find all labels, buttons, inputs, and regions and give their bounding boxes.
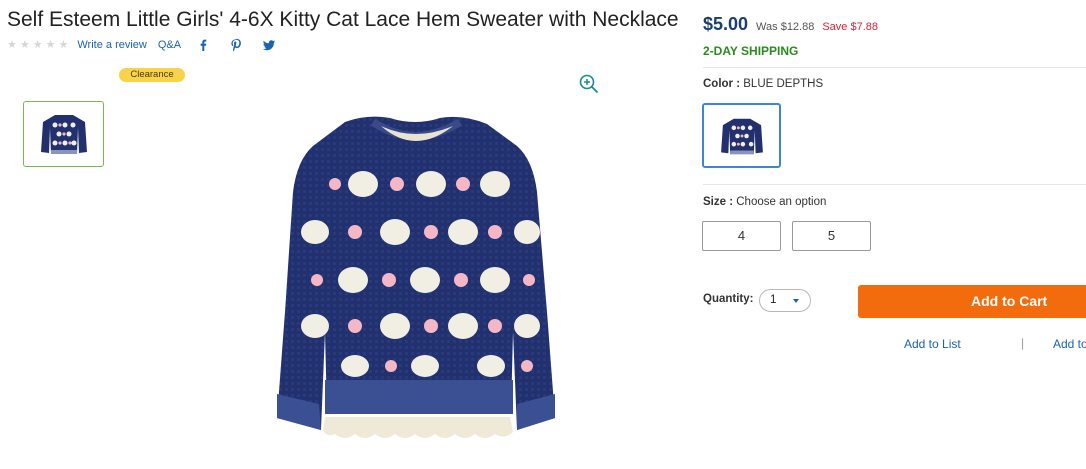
sweater-main-image bbox=[277, 116, 555, 438]
divider bbox=[703, 184, 1086, 185]
color-swatch-blue-depths[interactable] bbox=[702, 103, 781, 168]
add-to-cart-label: Add to Cart bbox=[971, 293, 1048, 309]
color-label-row: Color : BLUE DEPTHS bbox=[703, 78, 823, 90]
savings-amount: Save $7.88 bbox=[822, 21, 878, 33]
size-prompt: Choose an option bbox=[736, 196, 827, 208]
quantity-label: Quantity: bbox=[703, 293, 754, 305]
quantity-value: 1 bbox=[770, 294, 777, 306]
star-icon: ★ bbox=[19, 38, 30, 51]
color-label: Color : bbox=[703, 78, 741, 90]
add-to-list-link[interactable]: Add to List bbox=[904, 337, 961, 351]
facebook-icon[interactable] bbox=[196, 38, 210, 52]
price-row: $5.00 Was $12.88 Save $7.88 bbox=[703, 14, 878, 35]
quantity-select[interactable]: 1 bbox=[759, 289, 811, 312]
product-meta-row: ★ ★ ★ ★ ★ Write a review Q&A bbox=[7, 37, 276, 53]
divider bbox=[703, 67, 1086, 68]
was-price: Was $12.88 bbox=[756, 21, 815, 33]
sweater-thumbnail-image bbox=[40, 115, 87, 154]
star-icon: ★ bbox=[58, 38, 69, 51]
add-to-cart-button[interactable]: Add to Cart bbox=[858, 285, 1086, 318]
star-icon: ★ bbox=[32, 38, 43, 51]
twitter-icon[interactable] bbox=[262, 38, 276, 52]
product-title: Self Esteem Little Girls' 4-6X Kitty Cat… bbox=[7, 8, 679, 31]
product-thumbnail[interactable] bbox=[23, 101, 104, 167]
add-to-registry-link[interactable]: Add to bbox=[1053, 337, 1086, 351]
zoom-icon[interactable] bbox=[578, 73, 600, 95]
social-share bbox=[196, 38, 276, 52]
chevron-down-icon bbox=[793, 299, 799, 303]
size-label: Size : bbox=[703, 196, 734, 208]
size-label-row: Size : Choose an option bbox=[703, 196, 826, 208]
pinterest-icon[interactable] bbox=[229, 38, 243, 52]
size-option-4[interactable]: 4 bbox=[702, 221, 781, 251]
qa-link[interactable]: Q&A bbox=[158, 39, 181, 51]
main-product-image[interactable] bbox=[255, 112, 615, 444]
star-icon: ★ bbox=[7, 38, 17, 51]
clearance-badge: Clearance bbox=[119, 68, 185, 82]
current-price: $5.00 bbox=[703, 14, 749, 34]
write-review-link[interactable]: Write a review bbox=[77, 39, 146, 51]
size-option-5[interactable]: 5 bbox=[792, 221, 871, 251]
shipping-badge: 2-DAY SHIPPING bbox=[703, 44, 799, 58]
rating-stars[interactable]: ★ ★ ★ ★ ★ bbox=[7, 38, 69, 51]
star-icon: ★ bbox=[45, 38, 56, 51]
color-value: BLUE DEPTHS bbox=[743, 78, 824, 90]
swatch-image bbox=[720, 118, 763, 154]
link-separator: | bbox=[1021, 336, 1025, 350]
